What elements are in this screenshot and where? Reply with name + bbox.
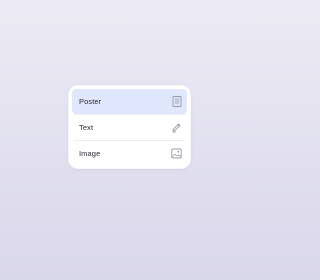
menu-item-poster[interactable]: Poster <box>72 89 187 114</box>
insert-menu: Poster Text Image <box>69 86 190 168</box>
menu-item-image[interactable]: Image <box>72 141 187 166</box>
menu-item-text[interactable]: Text <box>72 115 187 140</box>
menu-item-label: Text <box>79 123 94 132</box>
pen-icon <box>171 122 182 133</box>
menu-item-label: Image <box>79 149 101 158</box>
menu-item-label: Poster <box>79 97 102 106</box>
image-icon <box>171 148 182 159</box>
document-icon <box>171 96 182 107</box>
